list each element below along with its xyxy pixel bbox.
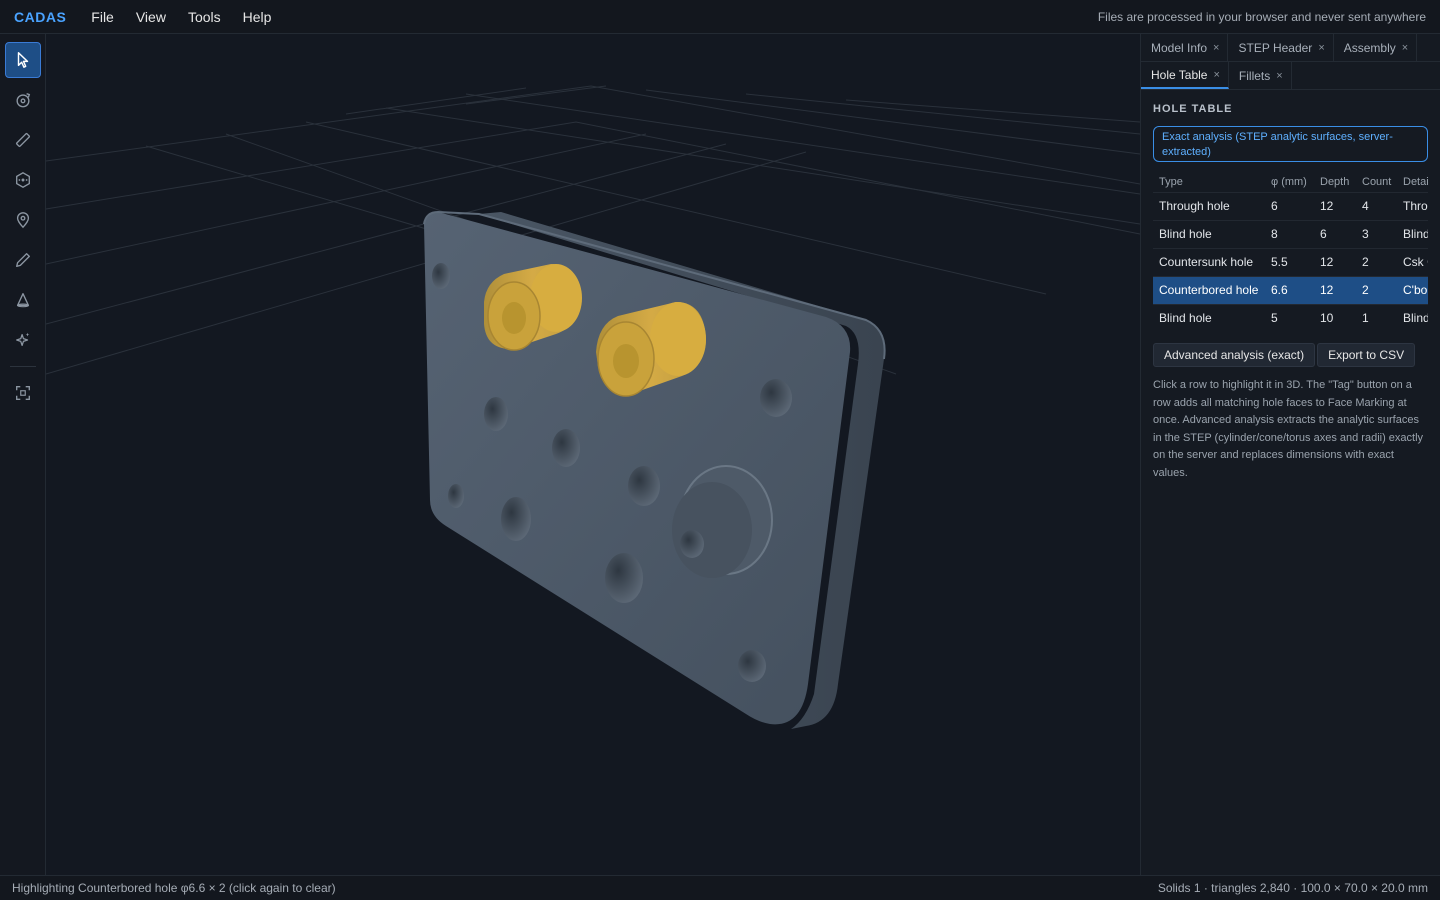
tab-label: Hole Table xyxy=(1151,67,1208,82)
menu-file[interactable]: File xyxy=(80,9,125,25)
model-stats: Solids 1 · triangles 2,840 · 100.0 × 70.… xyxy=(1157,881,1428,895)
menubar: CADAS File View Tools Help Files are pro… xyxy=(0,0,1440,34)
cone-icon xyxy=(16,293,30,308)
close-icon[interactable]: × xyxy=(1213,69,1219,81)
tab-label: STEP Header xyxy=(1238,40,1313,55)
privacy-note: Files are processed in your browser and … xyxy=(1097,9,1426,24)
cell-diameter: 6.6 xyxy=(1265,275,1314,304)
close-icon[interactable]: × xyxy=(1318,42,1324,54)
status-bar: Highlighting Counterbored hole φ6.6 × 2 … xyxy=(0,875,1440,900)
column-header-detail[interactable]: Detai xyxy=(1397,172,1428,192)
right-panel: Model Info × STEP Header × Assembly × Ho… xyxy=(1140,34,1440,875)
hole-table-panel: HOLE TABLE Exact analysis (STEP analytic… xyxy=(1141,103,1440,482)
cell-detail: C'bo xyxy=(1397,275,1428,304)
cell-depth: 12 xyxy=(1314,247,1356,276)
ai-tool-button[interactable] xyxy=(5,322,41,358)
cell-diameter: 5.5 xyxy=(1265,247,1314,276)
cell-detail: Csk ¢ xyxy=(1397,247,1428,276)
table-row[interactable]: Through hole 6 12 4 Thro xyxy=(1153,191,1428,220)
exact-analysis-badge: Exact analysis (STEP analytic surfaces, … xyxy=(1153,126,1428,162)
export-csv-button[interactable]: Export to CSV xyxy=(1317,343,1416,367)
measure-tool-button[interactable] xyxy=(5,122,41,158)
tab-fillets[interactable]: Fillets × xyxy=(1229,62,1292,89)
focus-frame-icon xyxy=(16,386,30,400)
cell-count: 1 xyxy=(1356,303,1397,332)
table-row[interactable]: Countersunk hole 5.5 12 2 Csk ¢ xyxy=(1153,247,1428,276)
cell-depth: 6 xyxy=(1314,219,1356,248)
cell-depth: 10 xyxy=(1314,303,1356,332)
cell-type: Through hole xyxy=(1153,191,1265,220)
advanced-analysis-button[interactable]: Advanced analysis (exact) xyxy=(1153,343,1316,367)
menu-help[interactable]: Help xyxy=(232,9,283,25)
cell-type: Blind hole xyxy=(1153,219,1265,248)
close-icon[interactable]: × xyxy=(1276,70,1282,82)
cell-depth: 12 xyxy=(1314,275,1356,304)
fit-view-button[interactable] xyxy=(5,375,41,411)
map-pin-icon xyxy=(16,212,30,229)
tab-hole-table[interactable]: Hole Table × xyxy=(1141,62,1229,89)
close-icon[interactable]: × xyxy=(1402,42,1408,54)
menu-tools[interactable]: Tools xyxy=(177,9,232,25)
draft-tool-button[interactable] xyxy=(5,282,41,318)
model-view xyxy=(46,85,1140,729)
tab-row-1: Model Info × STEP Header × Assembly × xyxy=(1141,34,1440,62)
cell-count: 2 xyxy=(1356,275,1397,304)
cell-diameter: 5 xyxy=(1265,303,1314,332)
cell-detail: Blind xyxy=(1397,219,1428,248)
toolbar-divider xyxy=(10,366,36,367)
column-header-type[interactable]: Type xyxy=(1153,172,1265,192)
marker-tool-button[interactable] xyxy=(5,202,41,238)
3d-viewport[interactable] xyxy=(46,34,1140,875)
left-toolbar xyxy=(0,34,46,875)
tab-step-header[interactable]: STEP Header × xyxy=(1228,34,1334,61)
pencil-icon xyxy=(16,253,30,267)
features-tool-button[interactable] xyxy=(5,162,41,198)
column-header-count[interactable]: Count xyxy=(1356,172,1397,192)
table-header-row: Type φ (mm) Depth Count Detai xyxy=(1153,172,1428,192)
action-buttons: Advanced analysis (exact) Export to CSV xyxy=(1153,343,1428,367)
cell-type: Countersunk hole xyxy=(1153,247,1265,276)
close-icon[interactable]: × xyxy=(1213,42,1219,54)
column-header-depth[interactable]: Depth xyxy=(1314,172,1356,192)
cell-count: 3 xyxy=(1356,219,1397,248)
table-row-selected[interactable]: Counterbored hole 6.6 12 2 C'bo xyxy=(1153,275,1428,304)
cell-depth: 12 xyxy=(1314,191,1356,220)
menu-view[interactable]: View xyxy=(125,9,177,25)
orbit-tool-button[interactable] xyxy=(5,82,41,118)
tab-label: Model Info xyxy=(1151,40,1208,55)
cell-diameter: 6 xyxy=(1265,191,1314,220)
cell-count: 2 xyxy=(1356,247,1397,276)
table-row[interactable]: Blind hole 8 6 3 Blind xyxy=(1153,219,1428,248)
status-message: Highlighting Counterbored hole φ6.6 × 2 … xyxy=(12,881,336,895)
cell-count: 4 xyxy=(1356,191,1397,220)
tab-model-info[interactable]: Model Info × xyxy=(1141,34,1229,61)
tab-assembly[interactable]: Assembly × xyxy=(1334,34,1418,61)
ruler-icon xyxy=(16,133,30,147)
cell-detail: Blind xyxy=(1397,303,1428,332)
section-title: HOLE TABLE xyxy=(1153,103,1233,115)
tab-row-2: Hole Table × Fillets × xyxy=(1141,62,1440,90)
column-header-diameter[interactable]: φ (mm) xyxy=(1265,172,1314,192)
sketch-tool-button[interactable] xyxy=(5,242,41,278)
tab-label: Fillets xyxy=(1238,68,1271,83)
hexagon-node-icon xyxy=(16,172,30,188)
sparkles-icon xyxy=(16,332,30,347)
help-text: Click a row to highlight it in 3D. The "… xyxy=(1153,379,1424,479)
app-logo: CADAS xyxy=(14,8,67,25)
cursor-arrow-icon xyxy=(17,52,29,68)
cell-detail: Thro xyxy=(1397,191,1428,220)
cell-type: Counterbored hole xyxy=(1153,275,1265,304)
orbit-icon xyxy=(16,93,31,108)
tab-label: Assembly xyxy=(1343,40,1396,55)
table-row[interactable]: Blind hole 5 10 1 Blind xyxy=(1153,303,1428,332)
hole-table: Type φ (mm) Depth Count Detai Through ho… xyxy=(1153,172,1428,332)
select-tool-button[interactable] xyxy=(5,42,41,78)
cell-diameter: 8 xyxy=(1265,219,1314,248)
cell-type: Blind hole xyxy=(1153,303,1265,332)
